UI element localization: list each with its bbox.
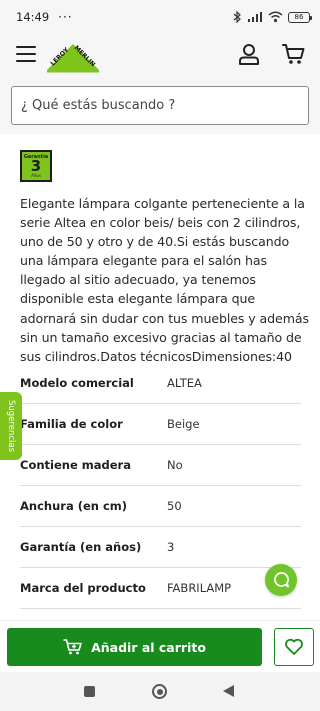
spec-value: 3 <box>167 540 175 554</box>
spec-value: FABRILAMP <box>167 581 232 595</box>
spec-value: No <box>167 458 183 472</box>
spec-label: Garantía (en años) <box>20 540 142 554</box>
spec-row: Anchura (en cm) 50 <box>20 486 301 527</box>
system-nav-bar <box>0 672 320 711</box>
spec-value: ALTEA <box>167 376 202 390</box>
search-placeholder: ¿ Qué estás buscando ? <box>21 98 176 113</box>
app-header: LEROY MERLIN <box>0 34 320 76</box>
user-icon[interactable] <box>237 42 261 66</box>
back-icon[interactable] <box>223 685 234 697</box>
battery-icon: 86 <box>288 11 312 23</box>
spec-row: Contiene madera No <box>20 445 301 486</box>
cart-icon[interactable] <box>282 42 306 66</box>
spec-label: Contiene madera <box>20 458 131 472</box>
spec-value: Beige <box>167 417 200 431</box>
spec-row: Marca del producto FABRILAMP <box>20 568 301 609</box>
wishlist-button[interactable] <box>274 628 314 666</box>
status-more-icon: ··· <box>58 10 73 24</box>
home-icon[interactable] <box>152 684 167 699</box>
signal-icon <box>248 12 262 22</box>
status-time: 14:49 <box>16 10 50 24</box>
add-to-cart-button[interactable]: Añadir al carrito <box>7 628 262 666</box>
chat-button[interactable] <box>265 564 297 596</box>
warranty-badge: Garantía 3 Años <box>20 150 52 182</box>
specs-table: Modelo comercial ALTEA Familia de color … <box>20 363 301 609</box>
spec-label: Modelo comercial <box>20 376 134 390</box>
status-bar: 14:49 ··· 86 <box>0 0 320 34</box>
spec-value: 50 <box>167 499 182 513</box>
warranty-badge-years: 3 <box>30 157 42 175</box>
warranty-badge-unit: Años <box>31 173 41 178</box>
recents-icon[interactable] <box>84 686 95 697</box>
search-input[interactable]: ¿ Qué estás buscando ? <box>11 86 309 125</box>
chat-icon <box>274 572 289 588</box>
bottom-action-bar: Añadir al carrito <box>0 620 320 672</box>
spec-label: Anchura (en cm) <box>20 499 128 513</box>
wifi-icon <box>268 11 283 23</box>
cart-plus-icon <box>63 639 82 655</box>
suggestions-tab[interactable]: Sugerencias <box>0 392 22 460</box>
spec-row: Familia de color Beige <box>20 404 301 445</box>
bluetooth-icon <box>233 11 241 23</box>
spec-row: Garantía (en años) 3 <box>20 527 301 568</box>
add-to-cart-label: Añadir al carrito <box>91 639 206 655</box>
spec-label: Familia de color <box>20 417 123 431</box>
spec-row: Modelo comercial ALTEA <box>20 363 301 404</box>
leroy-merlin-logo[interactable]: LEROY MERLIN <box>44 36 102 74</box>
heart-icon <box>285 638 303 655</box>
battery-level: 86 <box>294 13 304 21</box>
search-container: ¿ Qué estás buscando ? <box>0 76 320 134</box>
suggestions-tab-label: Sugerencias <box>6 399 16 452</box>
spec-label: Marca del producto <box>20 581 146 595</box>
product-description: Elegante lámpara colgante perteneciente … <box>20 196 309 364</box>
hamburger-menu-icon[interactable] <box>16 46 36 62</box>
